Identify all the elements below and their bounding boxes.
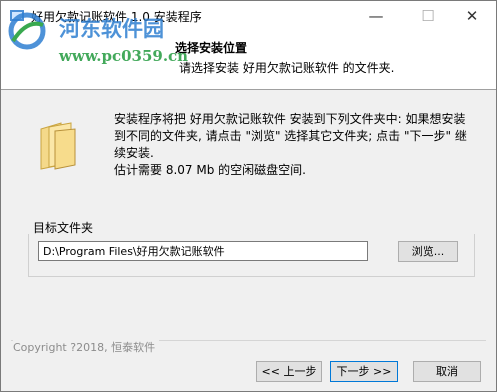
installer-window: 好用欠款记账软件 1.0 安装程序 — ☐ ✕ 选择安装位置 请选择安装 好用欠…	[0, 0, 497, 392]
next-button[interactable]: 下一步 >>	[330, 361, 398, 382]
page-subtitle: 请选择安装 好用欠款记账软件 的文件夹.	[179, 61, 395, 75]
copyright-text: Copyright ?2018, 恒泰软件	[13, 339, 160, 355]
install-path-input[interactable]: D:\Program Files\好用欠款记账软件	[38, 241, 368, 261]
watermark-url: www.pc0359.cn	[59, 47, 189, 65]
watermark-logo-icon	[8, 12, 46, 50]
back-button[interactable]: << 上一步	[256, 361, 322, 382]
install-description: 安装程序将把 好用欠款记账软件 安装到下列文件夹中: 如果想安装到不同的文件夹,…	[114, 112, 467, 160]
close-button[interactable]: ✕	[449, 3, 495, 31]
maximize-button[interactable]: ☐	[405, 3, 451, 31]
space-required: 估计需要 8.07 Mb 的空闲磁盘空间.	[114, 163, 306, 177]
target-folder-label: 目标文件夹	[33, 221, 94, 235]
browse-button[interactable]: 浏览...	[398, 241, 458, 262]
folder-icon	[40, 122, 76, 170]
watermark-site-name: 河东软件园	[59, 16, 164, 41]
minimize-button[interactable]: —	[353, 3, 399, 31]
cancel-button[interactable]: 取消	[413, 361, 481, 382]
